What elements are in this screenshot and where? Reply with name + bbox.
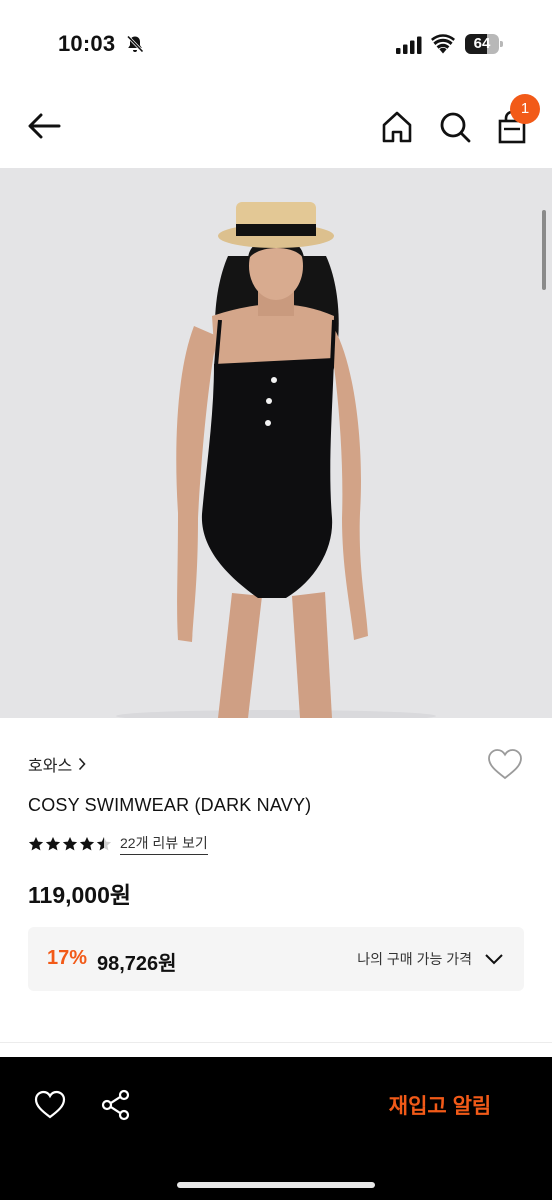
review-link[interactable]: 22개 리뷰 보기 [120, 833, 208, 855]
member-price: 98,726원 [97, 953, 177, 975]
star-icon [28, 837, 44, 851]
wifi-icon [431, 34, 455, 54]
search-icon [440, 112, 471, 143]
wishlist-button[interactable] [486, 746, 524, 784]
product-photo [0, 168, 552, 718]
share-button[interactable] [98, 1087, 134, 1123]
product-image[interactable] [0, 168, 552, 718]
my-price-label: 나의 구매 가능 가격 [357, 951, 472, 967]
star-icon [96, 837, 112, 851]
share-icon [101, 1089, 130, 1121]
status-bar: 10:03 64 [0, 0, 552, 90]
back-button[interactable] [24, 108, 64, 144]
heart-outline-icon [488, 749, 522, 780]
star-icon [79, 837, 95, 851]
brand-link[interactable]: 호와스 [28, 752, 86, 776]
home-button[interactable] [378, 108, 416, 146]
brand-name: 호와스 [28, 758, 73, 775]
app-header [0, 90, 552, 168]
signal-icon [396, 36, 422, 54]
my-price-toggle[interactable]: 나의 구매 가능 가격 [357, 941, 504, 977]
scroll-indicator [542, 210, 546, 290]
bottom-wishlist-button[interactable] [32, 1087, 68, 1123]
back-arrow-icon [28, 113, 61, 139]
search-button[interactable] [436, 108, 474, 146]
member-price-box: 17% 98,726원 나의 구매 가능 가격 [28, 927, 524, 991]
rating-stars [28, 836, 112, 852]
cart-count-badge: 1 [510, 94, 540, 124]
discount-rate: 17% [47, 947, 88, 969]
star-icon [62, 837, 78, 851]
heart-icon [34, 1090, 66, 1119]
status-time: 10:03 [58, 31, 116, 56]
rating-row: 22개 리뷰 보기 [28, 833, 208, 855]
battery-level-text: 64 [473, 35, 491, 52]
home-icon [382, 111, 412, 143]
product-price: 119,000원 [28, 882, 132, 908]
bottom-action-bar: 재입고 알림 [0, 1057, 552, 1200]
section-divider [0, 1042, 552, 1043]
star-icon [45, 837, 61, 851]
restock-alert-button[interactable]: 재입고 알림 [360, 1081, 520, 1129]
battery-icon: 64 [465, 34, 503, 54]
product-name: COSY SWIMWEAR (DARK NAVY) [28, 795, 312, 815]
bell-slash-icon [126, 35, 144, 53]
chevron-down-icon [485, 954, 503, 965]
chevron-right-icon [79, 757, 86, 771]
home-indicator [177, 1182, 375, 1188]
